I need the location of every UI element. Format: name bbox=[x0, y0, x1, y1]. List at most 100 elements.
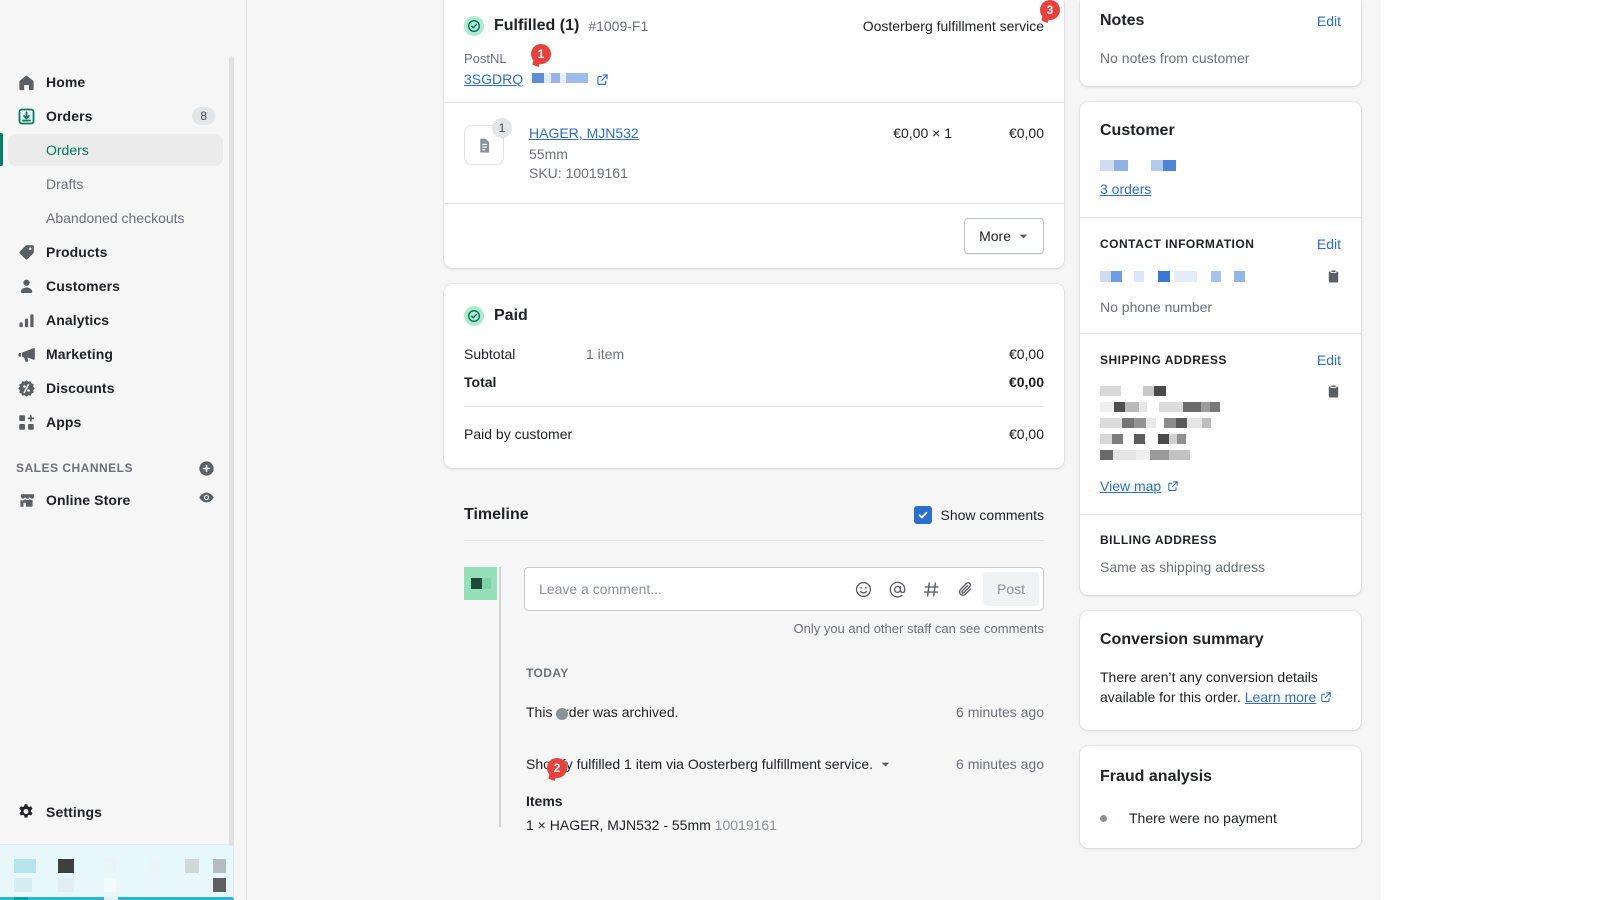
comment-input-wrapper[interactable]: Leave a comment... Post bbox=[524, 567, 1044, 611]
fulfillment-actions: More bbox=[444, 204, 1064, 268]
orders-count-badge: 8 bbox=[192, 107, 215, 125]
show-comments-label: Show comments bbox=[940, 507, 1044, 523]
sidebar-subitem-abandoned-checkouts[interactable]: Abandoned checkouts bbox=[8, 202, 223, 234]
paid-by-customer-row: Paid by customer €0,00 bbox=[444, 407, 1064, 468]
annotation-label: 2 bbox=[553, 761, 561, 775]
chevron-down-icon[interactable] bbox=[880, 759, 891, 770]
storefront-icon bbox=[16, 490, 36, 510]
show-comments-toggle[interactable]: Show comments bbox=[913, 506, 1044, 524]
row-amount: €0,00 bbox=[1008, 426, 1044, 442]
view-map-row: View map bbox=[1100, 478, 1341, 494]
sidebar-item-label: Home bbox=[46, 74, 86, 90]
sidebar-item-products[interactable]: Products bbox=[8, 236, 223, 268]
home-icon bbox=[16, 72, 36, 92]
notes-empty-text: No notes from customer bbox=[1100, 50, 1250, 66]
payment-row-total: Total €0,00 bbox=[464, 368, 1044, 396]
carrier-name: PostNL bbox=[464, 51, 507, 66]
sidebar-scrollbar[interactable] bbox=[229, 56, 234, 846]
external-link-icon[interactable] bbox=[1320, 688, 1332, 708]
sidebar-item-discounts[interactable]: Discounts bbox=[8, 372, 223, 404]
line-item-product-link[interactable]: HAGER, MJN532 bbox=[529, 125, 639, 141]
show-comments-checkbox[interactable] bbox=[913, 506, 932, 524]
shipping-address-content bbox=[1100, 384, 1341, 464]
sidebar-item-online-store[interactable]: Online Store bbox=[8, 484, 223, 516]
contact-information-block: CONTACT INFORMATION Edit No phone number bbox=[1080, 218, 1361, 333]
customer-header-block: Customer 3 orders bbox=[1080, 102, 1361, 217]
timeline-event-row: Shopify fulfilled 1 item via Oosterberg … bbox=[526, 756, 1044, 772]
payment-summary: Subtotal 1 item €0,00 Total €0,00 bbox=[444, 334, 1064, 406]
bullet-dot-icon bbox=[1100, 815, 1107, 822]
emoji-smiley-icon[interactable] bbox=[847, 572, 881, 606]
payment-row-paid: Paid by customer €0,00 bbox=[464, 420, 1044, 448]
external-link-icon[interactable] bbox=[1167, 480, 1179, 492]
tracking-number-link[interactable]: 3SGDRQ bbox=[464, 71, 523, 87]
line-item-quantity-badge: 1 bbox=[492, 118, 512, 138]
sidebar-item-marketing[interactable]: Marketing bbox=[8, 338, 223, 370]
sales-channels-heading: SALES CHANNELS bbox=[16, 456, 215, 480]
billing-heading: BILLING ADDRESS bbox=[1100, 533, 1218, 547]
row-amount: €0,00 bbox=[1008, 374, 1044, 390]
timeline-event-row: This order was archived. 6 minutes ago bbox=[526, 704, 1044, 720]
sidebar-item-home[interactable]: Home bbox=[8, 66, 223, 98]
sidebar-item-customers[interactable]: Customers bbox=[8, 270, 223, 302]
notes-edit-link[interactable]: Edit bbox=[1317, 13, 1341, 29]
comment-privacy-hint: Only you and other staff can see comment… bbox=[793, 621, 1044, 636]
line-item-total-price: €0,00 bbox=[1008, 125, 1044, 141]
fraud-title: Fraud analysis bbox=[1100, 768, 1213, 785]
tracking-block: PostNL 3SGDRQ bbox=[464, 51, 1044, 88]
shopify-admin-app: Home Orders 8 Orders Drafts Abandoned ch… bbox=[0, 0, 1381, 900]
eye-icon[interactable] bbox=[198, 489, 215, 511]
timeline-event-time: 6 minutes ago bbox=[956, 756, 1044, 772]
products-tag-icon bbox=[16, 242, 36, 262]
mention-at-icon[interactable] bbox=[881, 572, 915, 606]
discounts-percent-icon bbox=[16, 378, 36, 398]
redacted-shipping-address bbox=[1100, 384, 1221, 464]
redacted-customer-email bbox=[1100, 269, 1246, 287]
fulfillment-service-name: Oosterberg fulfillment service bbox=[862, 18, 1044, 34]
conversion-learn-more-link[interactable]: Learn more bbox=[1245, 689, 1317, 705]
row-amount: €0,00 bbox=[1008, 346, 1044, 362]
redacted-tracking-suffix bbox=[532, 70, 589, 88]
sidebar-item-orders[interactable]: Orders 8 bbox=[8, 100, 223, 132]
attachment-paperclip-icon[interactable] bbox=[949, 572, 983, 606]
conversion-summary-card: Conversion summary There aren’t any conv… bbox=[1080, 611, 1361, 730]
row-detail: 1 item bbox=[586, 346, 625, 362]
timeline-items-line: 1 × HAGER, MJN532 - 55mm 10019161 bbox=[526, 817, 1044, 833]
plus-circle-icon[interactable] bbox=[198, 460, 215, 477]
sidebar-subitem-orders[interactable]: Orders bbox=[0, 133, 223, 166]
notes-card: Notes Edit No notes from customer bbox=[1080, 0, 1361, 86]
contact-edit-link[interactable]: Edit bbox=[1317, 236, 1341, 252]
sidebar-item-settings[interactable]: Settings bbox=[8, 796, 223, 828]
sidebar-item-label: Settings bbox=[46, 804, 103, 820]
hashtag-icon[interactable] bbox=[915, 572, 949, 606]
store-user-bar[interactable] bbox=[0, 844, 234, 900]
timeline-event-text: This order was archived. bbox=[526, 704, 679, 720]
chevron-down-icon bbox=[1018, 231, 1029, 242]
fulfillment-order-ref: #1009-F1 bbox=[588, 18, 649, 34]
comment-input[interactable]: Leave a comment... bbox=[539, 581, 847, 597]
line-item-variant: 55mm bbox=[529, 146, 568, 162]
external-link-icon[interactable] bbox=[596, 73, 609, 86]
annotation-badge-1: 1 bbox=[531, 44, 551, 64]
view-map-link[interactable]: View map bbox=[1100, 478, 1161, 494]
customer-orders-link[interactable]: 3 orders bbox=[1100, 181, 1151, 197]
redacted-store-user-content bbox=[14, 859, 233, 900]
timeline-event-text: Shopify fulfilled 1 item via Oosterberg … bbox=[526, 756, 874, 772]
timeline-title: Timeline bbox=[464, 506, 529, 523]
contact-header: CONTACT INFORMATION Edit bbox=[1100, 236, 1341, 252]
no-phone-number-text: No phone number bbox=[1100, 299, 1213, 315]
avatar bbox=[464, 567, 497, 600]
timeline-body: Leave a comment... Post Only you and oth… bbox=[464, 541, 1044, 833]
shipping-edit-link[interactable]: Edit bbox=[1317, 352, 1341, 368]
more-button-label: More bbox=[979, 228, 1011, 244]
payment-title-row: Paid bbox=[464, 306, 1044, 326]
sidebar-subitem-drafts[interactable]: Drafts bbox=[8, 168, 223, 200]
copy-icon[interactable] bbox=[1326, 384, 1341, 399]
sidebar-subitem-label: Abandoned checkouts bbox=[46, 210, 185, 226]
line-item-unit-price: €0,00 × 1 bbox=[893, 125, 952, 141]
more-button[interactable]: More bbox=[964, 218, 1044, 254]
sidebar-item-analytics[interactable]: Analytics bbox=[8, 304, 223, 336]
post-comment-button[interactable]: Post bbox=[982, 572, 1039, 606]
copy-icon[interactable] bbox=[1326, 269, 1341, 284]
sidebar-item-apps[interactable]: Apps bbox=[8, 406, 223, 438]
